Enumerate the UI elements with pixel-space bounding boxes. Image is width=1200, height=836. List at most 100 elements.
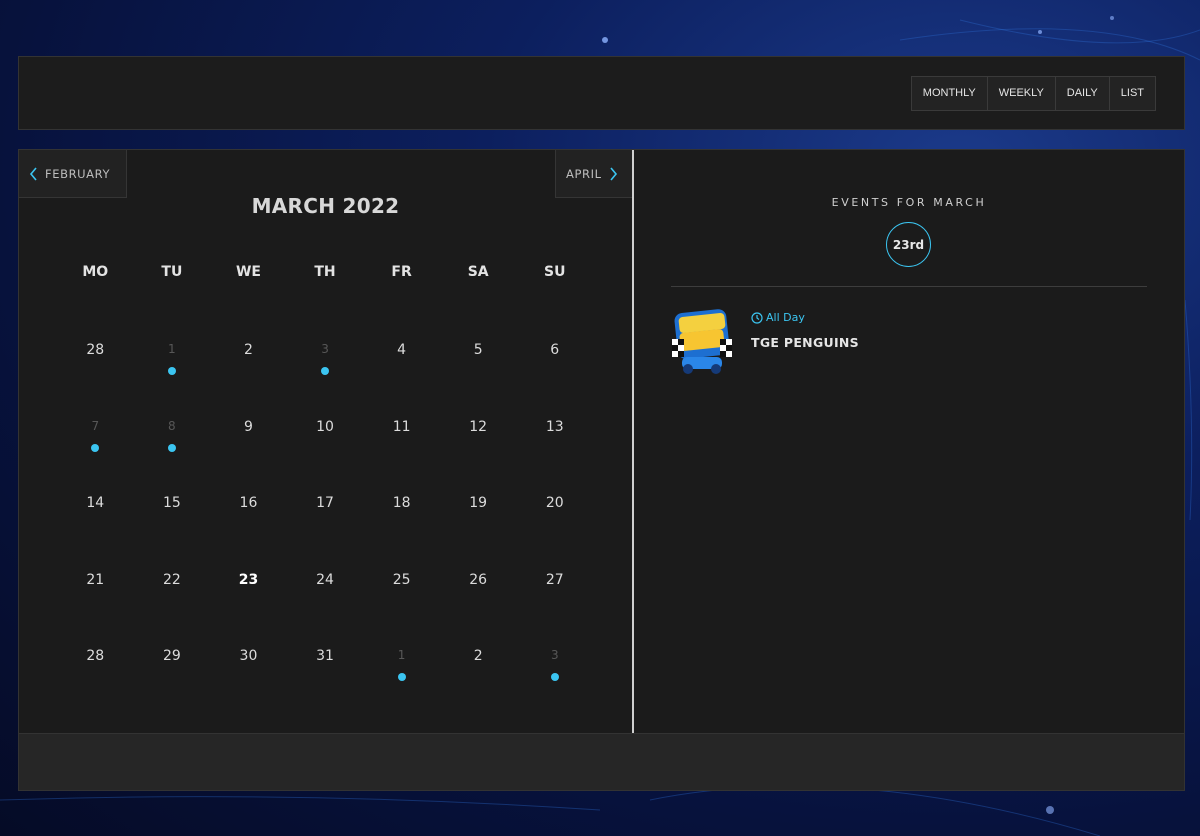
weekday-label: WE [235,264,261,280]
event-item[interactable]: All Day TGE PENGUINS [670,309,1140,379]
weekday-label: FR [391,264,412,280]
calendar-day-cell[interactable]: 20 [516,463,593,540]
view-daily-button[interactable]: DAILY [1056,77,1110,110]
calendar-week-row: 14 15 16 17 18 19 20 [57,463,593,540]
calendar-day-cell[interactable]: 22 [134,540,211,617]
calendar-day-cell[interactable]: 21 [57,540,134,617]
day-number: 17 [316,495,334,512]
day-number: 1 [397,648,406,663]
next-month-button[interactable]: APRIL [555,150,632,198]
calendar-day-cell[interactable]: 13 [516,387,593,464]
day-number: 3 [550,648,559,663]
calendar-day-cell[interactable]: 11 [363,387,440,464]
day-number: 31 [316,648,334,665]
day-number: 21 [86,571,105,588]
event-title: TGE PENGUINS [751,335,859,350]
weekday-label: SU [544,264,566,280]
month-view: FEBRUARY APRIL MARCH 2022 MO TU WE TH FR… [19,150,632,733]
calendar-day-cell[interactable]: 14 [57,463,134,540]
selected-date-badge[interactable]: 23rd [886,222,931,267]
day-number: 28 [86,648,105,665]
calendar-day-cell[interactable]: 31 [287,616,364,693]
day-number: 22 [162,571,181,588]
calendar-day-cell[interactable]: 26 [440,540,517,617]
calendar-day-cell[interactable]: 10 [287,387,364,464]
next-month-label: APRIL [566,166,602,181]
calendar-day-cell[interactable]: 27 [516,540,593,617]
calendar-day-cell[interactable]: 8 [134,387,211,464]
day-number: 23 [238,571,259,588]
day-number: 18 [392,495,411,512]
day-number: 5 [473,342,483,358]
chevron-right-icon [609,166,617,181]
calendar-day-cell[interactable]: 5 [440,310,517,387]
calendar-day-cell[interactable]: 28 [57,310,134,387]
events-heading: EVENTS FOR MARCH [831,196,987,209]
calendar-day-cell[interactable]: 15 [134,463,211,540]
calendar-day-cell[interactable]: 24 [287,540,364,617]
day-number: 8 [168,418,176,433]
day-number: 10 [316,418,334,435]
calendar-day-cell[interactable]: 23 [210,540,287,617]
calendar-day-cell[interactable]: 28 [57,616,134,693]
calendar-day-cell[interactable]: 3 [516,616,593,693]
clock-icon [751,311,763,324]
event-time-label: All Day [766,311,805,324]
view-switcher: MONTHLY WEEKLY DAILY LIST [910,76,1156,111]
weekday-label: SA [467,264,489,280]
weekday-header: MO TU WE TH FR SA SU [57,264,593,280]
calendar-day-cell[interactable]: 1 [134,310,211,387]
view-monthly-button[interactable]: MONTHLY [912,77,988,110]
view-weekly-button[interactable]: WEEKLY [988,77,1056,110]
penguin-karts-logo [672,309,732,374]
month-title: MARCH 2022 [251,194,400,218]
chevron-left-icon [29,166,37,181]
day-number: 4 [397,342,407,358]
calendar-day-cell[interactable]: 3 [287,310,364,387]
calendar-day-cell[interactable]: 30 [210,616,287,693]
event-indicator-dot [397,673,406,682]
event-indicator-dot [167,443,176,452]
day-number: 16 [239,495,258,512]
calendar-day-cell[interactable]: 25 [363,540,440,617]
event-time: All Day [751,311,805,324]
calendar-day-cell[interactable]: 1 [363,616,440,693]
divider [671,286,1147,287]
calendar-day-cell[interactable]: 17 [287,463,364,540]
day-number: 7 [91,418,100,433]
event-indicator-dot [91,443,100,452]
prev-month-button[interactable]: FEBRUARY [19,150,127,198]
calendar-day-cell[interactable]: 18 [363,463,440,540]
calendar-day-cell[interactable]: 7 [57,387,134,464]
calendar-day-cell[interactable]: 2 [440,616,517,693]
day-number: 6 [550,342,560,358]
weekday-label: TU [161,264,183,280]
prev-month-label: FEBRUARY [45,166,111,181]
calendar-panel: FEBRUARY APRIL MARCH 2022 MO TU WE TH FR… [18,149,1185,791]
day-number: 1 [168,342,176,356]
weekday-label: TH [314,264,336,280]
day-number: 30 [239,648,258,665]
day-number: 26 [469,571,488,588]
day-number: 19 [469,495,488,512]
weekday-label: MO [82,264,109,280]
top-toolbar: MONTHLY WEEKLY DAILY LIST [18,56,1185,130]
calendar-day-cell[interactable]: 19 [440,463,517,540]
calendar-week-row: 28 29 30 31 1 2 3 [57,616,593,693]
day-grid: 28 1 2 3 4 5 6 7 8 9 10 11 12 13 14 15 16 17 18 19 20 21 22 23 2… [57,310,593,693]
calendar-day-cell[interactable]: 4 [363,310,440,387]
calendar-footer [19,733,1184,790]
calendar-week-row: 7 8 9 10 11 12 13 [57,387,593,464]
calendar-day-cell[interactable]: 29 [134,616,211,693]
calendar-day-cell[interactable]: 9 [210,387,287,464]
day-number: 2 [243,342,253,358]
calendar-week-row: 28 1 2 3 4 5 6 [57,310,593,387]
view-list-button[interactable]: LIST [1110,77,1155,110]
calendar-day-cell[interactable]: 2 [210,310,287,387]
day-number: 15 [162,495,181,512]
event-indicator-dot [550,673,559,682]
calendar-day-cell[interactable]: 16 [210,463,287,540]
calendar-day-cell[interactable]: 12 [440,387,517,464]
day-number: 11 [392,418,411,435]
calendar-day-cell[interactable]: 6 [516,310,593,387]
